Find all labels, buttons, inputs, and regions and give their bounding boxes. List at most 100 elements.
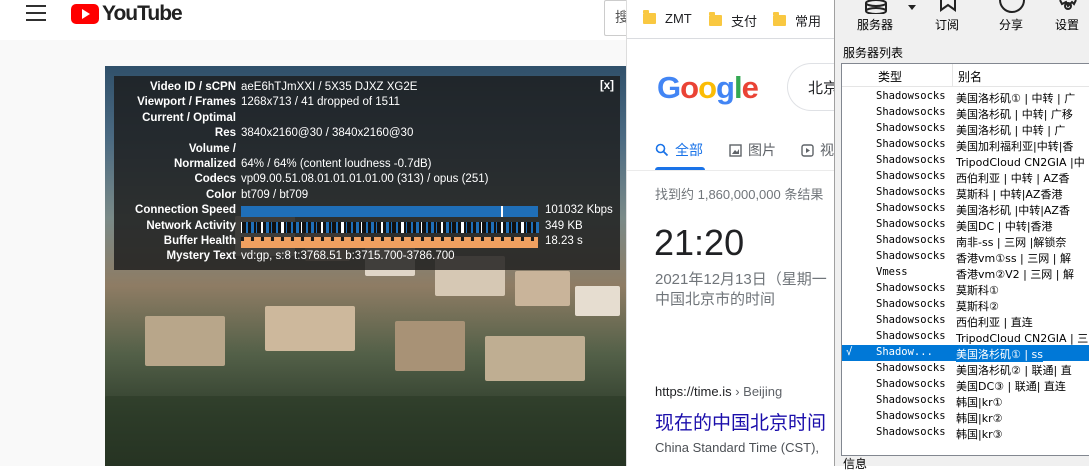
stats-value: 101032 Kbps: [545, 204, 613, 217]
bookmark-label: ZMT: [665, 11, 692, 26]
toolbar-servers-button[interactable]: 服务器: [853, 0, 899, 40]
graph-segment: [531, 237, 534, 241]
server-alias: 美国DC | 中转|香港: [956, 220, 1053, 233]
stats-value: 18.23 s: [545, 235, 583, 247]
server-row[interactable]: Shadowsocks 西伯利亚 | 中转 | AZ香: [842, 169, 1089, 185]
server-type: Shadowsocks: [876, 202, 946, 214]
server-type: Shadow...: [876, 346, 933, 358]
graph-segment: [281, 221, 284, 233]
graph-segment: [251, 237, 254, 241]
graph-segment: [256, 221, 257, 233]
server-row[interactable]: Shadowsocks 韩国|kr③: [842, 425, 1089, 441]
youtube-play-icon: [71, 4, 99, 24]
bookmark-label: 常用: [795, 14, 822, 29]
result-title-link[interactable]: 现在的中国北京时间: [655, 408, 826, 435]
toolbar-settings-button[interactable]: 设置: [1051, 0, 1085, 40]
tab-video-label: 视: [820, 142, 834, 158]
server-alias: 美国洛杉矶 |中转|AZ香: [956, 204, 1070, 217]
youtube-logo[interactable]: YouTube: [71, 2, 183, 26]
column-header-alias[interactable]: 别名: [958, 68, 982, 85]
graph-segment: [381, 221, 383, 233]
graph-segment: [311, 221, 314, 233]
server-row[interactable]: Shadowsocks 韩国|kr②: [842, 409, 1089, 425]
graph-segment: [501, 237, 504, 241]
server-row[interactable]: Shadowsocks 美国DC | 中转|香港: [842, 217, 1089, 233]
graph-segment: [371, 221, 374, 233]
server-row[interactable]: Shadowsocks 美国洛杉矶① | 中转 | 广: [842, 89, 1089, 105]
server-alias: 韩国|kr①: [956, 396, 1003, 409]
server-type: Shadowsocks: [876, 282, 946, 294]
server-row[interactable]: Shadowsocks TripodCloud CN2GIA |中: [842, 153, 1089, 169]
stats-key: Normalized: [174, 158, 236, 170]
toolbar-share-button[interactable]: 分享: [995, 0, 1029, 40]
bookmark-folder[interactable]: ZMT: [643, 10, 692, 26]
server-list-title: 服务器列表: [843, 46, 904, 60]
connection-graph: [241, 206, 538, 218]
google-logo[interactable]: Google: [657, 70, 759, 106]
graph-segment: [506, 221, 509, 233]
stats-row: Codecs vp09.00.51.08.01.01.01.01.00 (313)…: [114, 173, 620, 188]
server-row[interactable]: Shadowsocks 西伯利亚 | 直连: [842, 313, 1089, 329]
server-row[interactable]: Vmess 香港vm②V2 | 三网 | 解: [842, 265, 1089, 281]
stats-value: aeE6hTJmXXI / 5X35 DJXZ XG2E: [241, 81, 418, 93]
server-alias: 韩国|kr②: [956, 412, 1003, 425]
stats-key: Res: [214, 127, 236, 140]
graph-segment: [416, 221, 419, 233]
tab-all[interactable]: 全部: [655, 140, 703, 160]
graph-marker: [501, 206, 503, 218]
server-row[interactable]: Shadowsocks 莫斯科②: [842, 297, 1089, 313]
tab-images[interactable]: 图片: [729, 140, 776, 160]
bookmark-folder[interactable]: 支付: [709, 11, 757, 30]
server-row[interactable]: Shadowsocks 韩国|kr①: [842, 393, 1089, 409]
servers-dropdown-arrow[interactable]: [907, 0, 917, 40]
google-logo-letter: o: [698, 70, 717, 105]
video-scene: [485, 336, 585, 381]
graph-segment: [486, 221, 488, 233]
server-row[interactable]: Shadowsocks 美国洛杉矶 | 中转 | 广: [842, 121, 1089, 137]
google-logo-letter: o: [680, 70, 699, 105]
server-row[interactable]: Shadowsocks TripodCloud CN2GIA | 三: [842, 329, 1089, 345]
stats-key: Color: [205, 188, 236, 201]
graph-segment: [326, 221, 329, 233]
graph-segment: [436, 221, 437, 233]
bookmark-folder[interactable]: 常用: [773, 11, 821, 30]
bookmark-icon: [940, 0, 956, 12]
server-row[interactable]: Shadowsocks 香港vm①ss | 三网 | 解: [842, 249, 1089, 265]
graph-segment: [431, 237, 434, 241]
graph-segment: [276, 221, 278, 233]
server-row[interactable]: Shadowsocks 美国洛杉矶 | 中转| 广移: [842, 105, 1089, 121]
server-row[interactable]: Shadowsocks 莫斯科①: [842, 281, 1089, 297]
stats-key: Buffer Health: [163, 235, 236, 247]
current-date: 2021年12月13日（星期一 中国北京市的时间: [655, 270, 827, 310]
graph-segment: [351, 237, 354, 241]
server-type: Vmess: [876, 266, 908, 278]
toolbar-subscribe-button[interactable]: 订阅: [931, 0, 965, 40]
graph-segment: [411, 237, 414, 241]
graph-segment: [271, 237, 274, 241]
share-icon: [999, 0, 1025, 13]
graph-segment: [356, 221, 359, 233]
graph-segment: [516, 221, 518, 233]
youtube-search-input[interactable]: 搜: [604, 0, 629, 36]
stats-value: bt709 / bt709: [241, 188, 309, 201]
graph-segment: [341, 237, 344, 241]
graph-segment: [466, 221, 467, 233]
tab-video[interactable]: 视: [801, 140, 834, 160]
server-alias: 美国洛杉矶① | ss: [956, 346, 1044, 362]
menu-icon[interactable]: [26, 5, 46, 23]
server-row[interactable]: Shadowsocks 美国洛杉矶② | 联通| 直: [842, 361, 1089, 377]
graph-segment: [306, 221, 308, 233]
server-row[interactable]: Shadowsocks 美国DC③ | 联通| 直连: [842, 377, 1089, 393]
graph-segment: [291, 221, 293, 233]
column-header-type[interactable]: 类型: [878, 68, 902, 85]
server-row[interactable]: √ Shadow... 美国洛杉矶① | ss: [842, 345, 1089, 362]
graph-segment: [471, 221, 473, 233]
server-row[interactable]: Shadowsocks 美国洛杉矶 |中转|AZ香: [842, 201, 1089, 217]
server-row[interactable]: Shadowsocks 莫斯科 | 中转|AZ香港: [842, 185, 1089, 201]
server-row[interactable]: Shadowsocks 南非-ss | 三网 |解锁奈: [842, 233, 1089, 249]
server-row[interactable]: Shadowsocks 美国加利福利亚|中转|香: [842, 137, 1089, 153]
result-url[interactable]: https://time.is › Beijing: [655, 384, 782, 399]
graph-segment: [401, 221, 404, 233]
tab-images-label: 图片: [748, 142, 776, 158]
column-divider[interactable]: [952, 64, 953, 86]
